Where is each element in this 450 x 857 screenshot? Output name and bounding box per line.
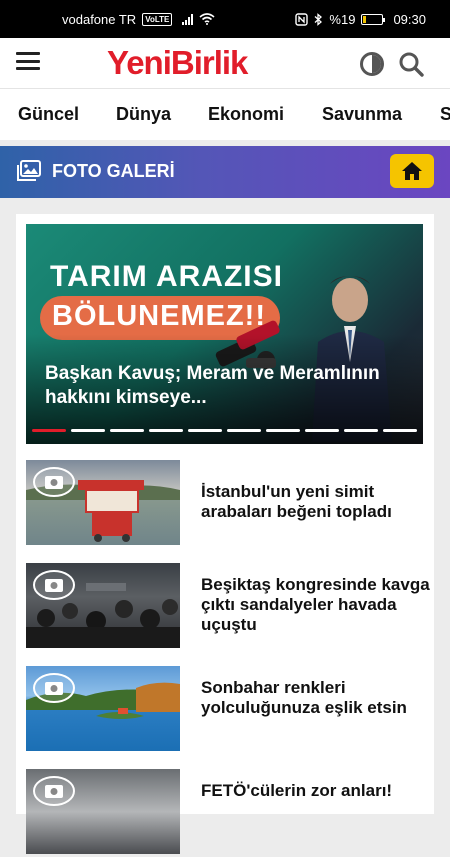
slider-dot[interactable] <box>149 429 183 432</box>
list-item[interactable]: İstanbul'un yeni simit arabaları beğeni … <box>26 460 426 548</box>
news-thumbnail <box>26 563 180 648</box>
news-thumbnail <box>26 666 180 751</box>
featured-title[interactable]: Başkan Kavuş; Meram ve Meramlının hakkın… <box>45 362 385 410</box>
gallery-card: TARIM ARAZISI BÖLUNEMEZ!! Başkan Kavuş; … <box>16 214 434 854</box>
menu-icon[interactable] <box>16 52 40 70</box>
gallery-icon <box>17 160 41 181</box>
nav-item-next[interactable]: S <box>440 104 450 125</box>
news-title[interactable]: Sonbahar renkleri yolculuğunuza eşlik et… <box>201 678 431 718</box>
news-title[interactable]: Beşiktaş kongresinde kavga çıktı sandaly… <box>201 575 431 635</box>
section-header: FOTO GALERİ <box>0 146 450 198</box>
nfc-icon <box>295 12 309 26</box>
slider-dot[interactable] <box>227 429 261 432</box>
app-header: YeniBirlik <box>0 38 450 88</box>
slider-indicator <box>32 429 417 432</box>
battery-percent: %19 <box>329 11 356 27</box>
clock: 09:30 <box>393 11 426 27</box>
banner-text-top: TARIM ARAZISI <box>50 260 283 293</box>
carrier-label: vodafone TR <box>62 11 137 27</box>
status-bar: vodafone TR VoLTE %19 09:30 <box>0 0 450 38</box>
slider-dot-active[interactable] <box>32 429 66 432</box>
news-thumbnail <box>26 769 180 854</box>
category-nav: Güncel Dünya Ekonomi Savunma S <box>0 88 450 140</box>
list-item[interactable]: Sonbahar renkleri yolculuğunuza eşlik et… <box>26 666 426 754</box>
wifi-icon <box>199 13 215 25</box>
news-thumbnail <box>26 460 180 545</box>
slider-dot[interactable] <box>383 429 417 432</box>
slider-dot[interactable] <box>110 429 144 432</box>
slider-dot[interactable] <box>188 429 222 432</box>
list-item[interactable]: FETÖ'cülerin zor anları! <box>26 769 426 857</box>
nav-item-dunya[interactable]: Dünya <box>116 104 171 125</box>
camera-icon <box>33 776 75 806</box>
nav-item-ekonomi[interactable]: Ekonomi <box>208 104 284 125</box>
news-title[interactable]: FETÖ'cülerin zor anları! <box>201 781 431 801</box>
list-item[interactable]: Beşiktaş kongresinde kavga çıktı sandaly… <box>26 563 430 651</box>
contrast-icon[interactable] <box>360 52 384 76</box>
news-title[interactable]: İstanbul'un yeni simit arabaları beğeni … <box>201 482 431 522</box>
battery-icon <box>361 13 386 25</box>
site-logo[interactable]: YeniBirlik <box>107 44 248 82</box>
search-icon[interactable] <box>398 51 424 77</box>
camera-icon <box>33 467 75 497</box>
camera-icon <box>33 570 75 600</box>
nav-item-savunma[interactable]: Savunma <box>322 104 402 125</box>
camera-icon <box>33 673 75 703</box>
slider-dot[interactable] <box>344 429 378 432</box>
slider-dot[interactable] <box>305 429 339 432</box>
signal-icon <box>182 13 194 25</box>
section-title: FOTO GALERİ <box>52 161 175 181</box>
nav-item-guncel[interactable]: Güncel <box>18 104 79 125</box>
slider-dot[interactable] <box>71 429 105 432</box>
featured-slide[interactable]: TARIM ARAZISI BÖLUNEMEZ!! Başkan Kavuş; … <box>26 224 423 444</box>
home-icon <box>402 162 422 180</box>
slider-dot[interactable] <box>266 429 300 432</box>
volte-badge: VoLTE <box>142 12 173 26</box>
home-button[interactable] <box>390 154 434 188</box>
bluetooth-icon <box>314 12 323 26</box>
